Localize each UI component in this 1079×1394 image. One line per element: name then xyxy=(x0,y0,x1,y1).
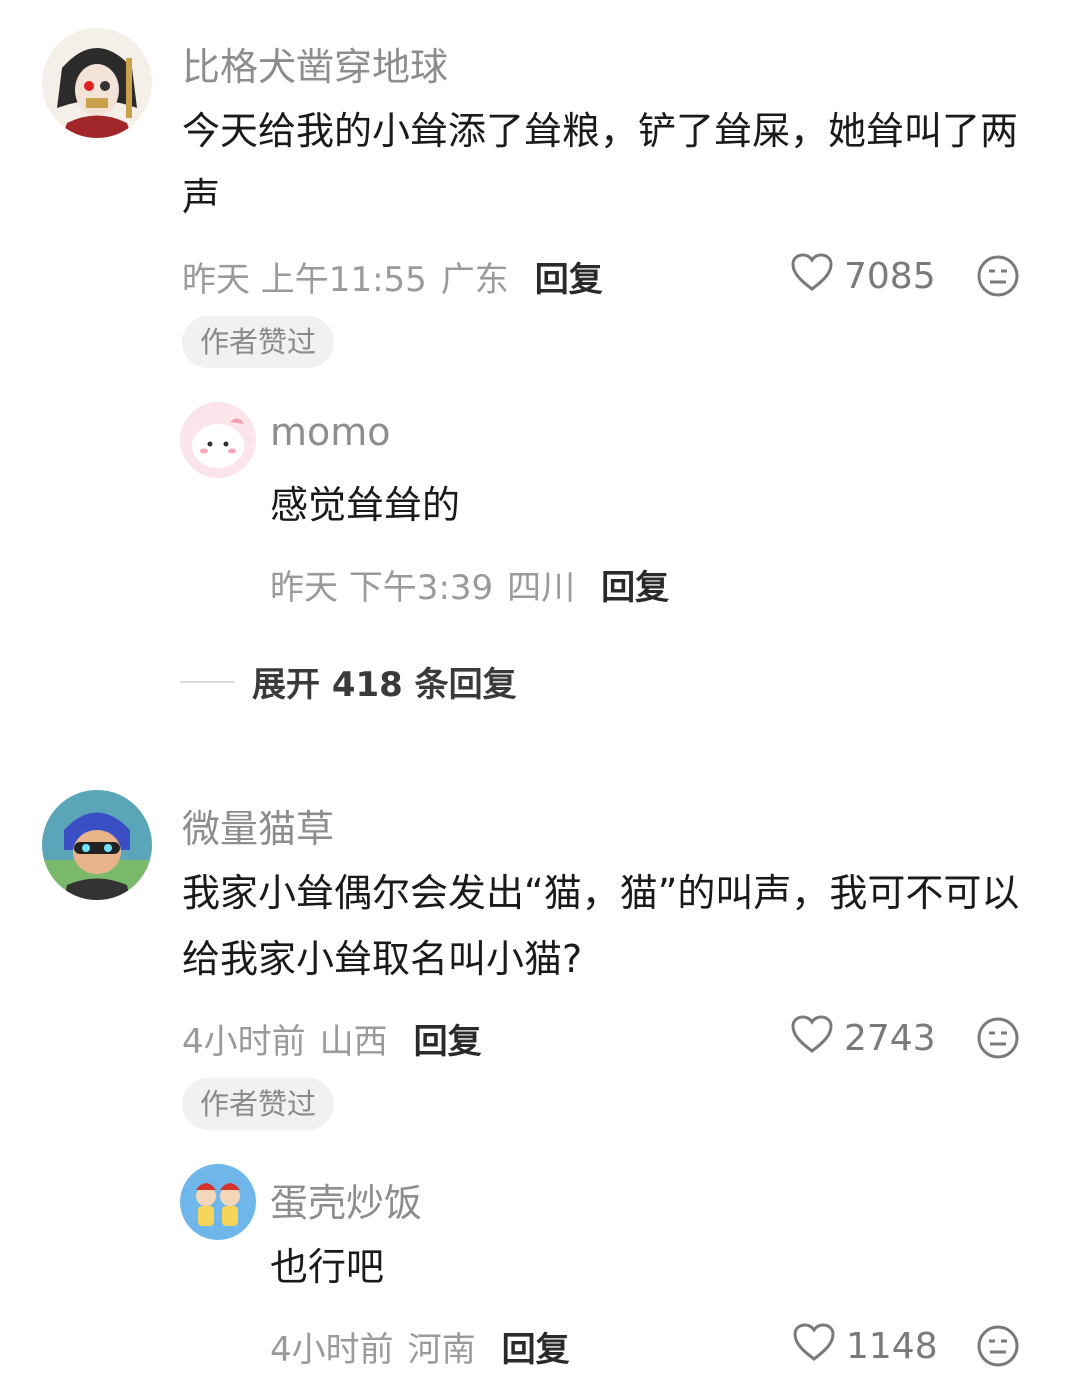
expand-replies-label: 展开 418 条回复 xyxy=(252,665,517,705)
reply-location: 河南 xyxy=(407,1330,476,1370)
reply-button[interactable]: 回复 xyxy=(601,560,669,609)
game-character-avatar-image xyxy=(42,790,152,900)
heart-outline-icon xyxy=(790,1014,834,1063)
comment-username[interactable]: 微量猫草 xyxy=(182,798,334,853)
reply-avatar[interactable] xyxy=(180,1164,256,1240)
reply-avatar[interactable] xyxy=(180,402,256,478)
meh-face-icon[interactable] xyxy=(976,1016,1020,1064)
reply-meta: 4小时前 河南 回复 xyxy=(270,1322,570,1371)
reply-button[interactable]: 回复 xyxy=(414,1014,482,1063)
comment-text: 我家小耸偶尔会发出“猫，猫”的叫声，我可不可以给我家小耸取名叫小猫? xyxy=(182,871,1020,981)
reply-text: 也行吧 xyxy=(270,1245,385,1289)
reply-username[interactable]: 蛋壳炒饭 xyxy=(270,1172,422,1227)
divider-line xyxy=(180,680,234,683)
comment-location: 山西 xyxy=(319,1022,388,1062)
meh-face-icon[interactable] xyxy=(976,254,1020,302)
comment-time: 昨天 上午11:55 xyxy=(182,260,427,300)
comment-meta: 4小时前 山西 回复 xyxy=(182,1014,482,1063)
like-button[interactable]: 7085 xyxy=(790,252,936,301)
like-count: 7085 xyxy=(844,256,936,297)
reply-text: 感觉耸耸的 xyxy=(270,483,461,527)
reply-button[interactable]: 回复 xyxy=(535,252,603,301)
like-count: 1148 xyxy=(846,1326,938,1367)
like-button[interactable]: 2743 xyxy=(790,1014,936,1063)
comment-location: 广东 xyxy=(440,260,509,300)
like-count: 2743 xyxy=(844,1018,936,1059)
like-button[interactable]: 1148 xyxy=(792,1322,938,1371)
comment-meta: 昨天 上午11:55 广东 回复 xyxy=(182,252,603,301)
comment-time: 4小时前 xyxy=(182,1022,306,1062)
comment-text: 今天给我的小耸添了耸粮，铲了耸屎，她耸叫了两声 xyxy=(182,109,1019,219)
heart-outline-icon xyxy=(790,252,834,301)
meh-face-icon[interactable] xyxy=(976,1324,1020,1372)
reply-meta: 昨天 下午3:39 四川 回复 xyxy=(270,560,669,609)
author-liked-badge: 作者赞过 xyxy=(182,1078,335,1130)
avatar[interactable] xyxy=(42,28,152,138)
avatar[interactable] xyxy=(42,790,152,900)
reply-username[interactable]: momo xyxy=(270,410,391,454)
comment-username[interactable]: 比格犬凿穿地球 xyxy=(182,36,448,91)
expand-replies-button[interactable]: 展开 418 条回复 xyxy=(180,657,517,706)
heart-outline-icon xyxy=(792,1322,836,1371)
twin-dolls-avatar-image xyxy=(180,1164,256,1240)
reply-time: 昨天 下午3:39 xyxy=(270,568,494,608)
reply-time: 4小时前 xyxy=(270,1330,394,1370)
pink-creature-avatar-image xyxy=(180,402,256,478)
reply-button[interactable]: 回复 xyxy=(502,1322,570,1371)
reply-location: 四川 xyxy=(507,568,576,608)
anime-character-avatar-image xyxy=(42,28,152,138)
author-liked-badge: 作者赞过 xyxy=(182,316,335,368)
